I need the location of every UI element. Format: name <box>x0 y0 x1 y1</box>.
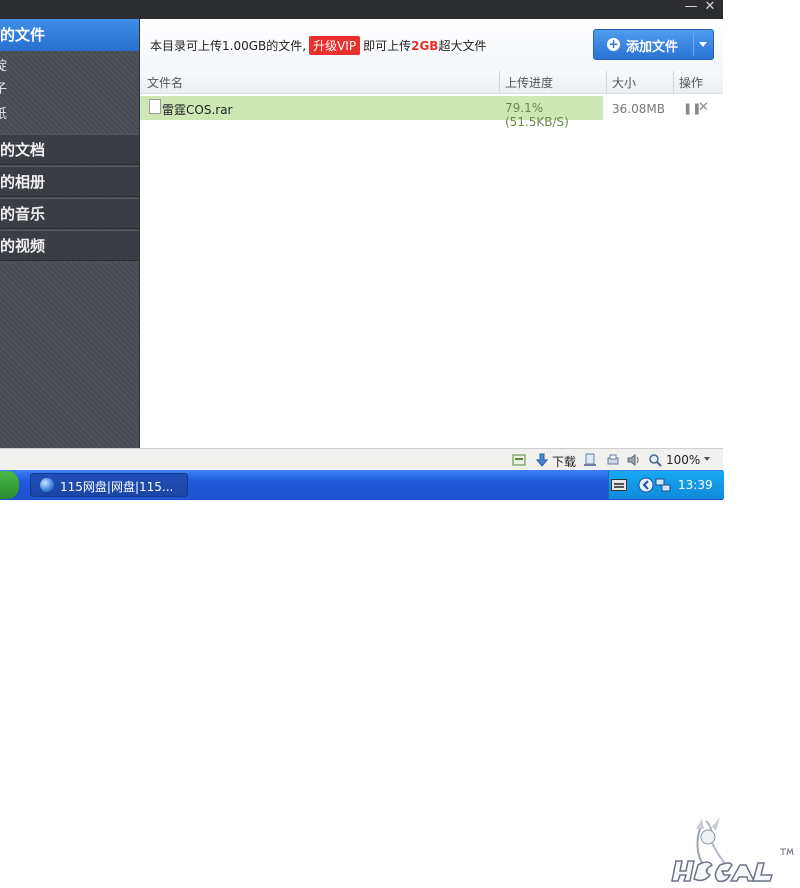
sidebar-subitem-label: 纸 <box>0 107 8 122</box>
close-button[interactable]: ✕ <box>702 0 718 16</box>
sidebar-item-label: 的音乐 <box>0 205 46 223</box>
cancel-upload-icon[interactable]: ✕ <box>698 100 709 115</box>
zoom-level[interactable]: 100% <box>666 453 700 467</box>
sidebar-item-label: 的文档 <box>0 141 46 159</box>
download-icon[interactable] <box>535 453 549 467</box>
sidebar: 的文件 绽 子 纸 的文档 的相册 的音乐 的视频 <box>0 19 140 448</box>
page-status-icon[interactable] <box>512 453 526 467</box>
bookmark-icon[interactable] <box>583 453 597 467</box>
sidebar-subitem[interactable]: 纸 <box>0 103 139 127</box>
table-header: 文件名 上传进度 大小 操作 <box>140 71 723 94</box>
sidebar-item-my-files[interactable]: 的文件 <box>0 19 139 51</box>
sidebar-item-label: 的文件 <box>0 26 46 44</box>
taskbar-item-browser[interactable]: 115网盘|网盘|115... <box>30 473 188 497</box>
add-file-label: 添加文件 <box>626 40 679 55</box>
main-panel: 本目录可上传1.00GB的文件, 升级VIP 即可上传2GB超大文件 + 添加文件 … <box>140 19 723 448</box>
sidebar-item-label: 的视频 <box>0 237 46 255</box>
chevron-down-icon[interactable] <box>699 42 707 47</box>
taskbar-item-label: 115网盘|网盘|115... <box>60 480 174 494</box>
start-button[interactable] <box>0 471 19 499</box>
taskbar: 115网盘|网盘|115... <box>0 470 724 500</box>
table-row[interactable]: 雷霆COS.rar 79.1%(51.5KB/S) <box>140 96 603 129</box>
sidebar-subitem[interactable]: 子 <box>0 78 139 102</box>
sidebar-item-albums[interactable]: 的相册 <box>0 166 139 197</box>
upload-limit-highlight: 2GB <box>411 39 439 53</box>
globe-icon <box>40 478 54 492</box>
file-name: 雷霆COS.rar <box>162 103 233 117</box>
button-divider <box>693 33 694 56</box>
upload-limit-text: 本目录可上传1.00GB的文件, 升级VIP 即可上传2GB超大文件 <box>150 36 486 55</box>
zoom-icon[interactable] <box>648 453 662 467</box>
upload-limit-suffix: 超大文件 <box>438 39 487 53</box>
sidebar-item-videos[interactable]: 的视频 <box>0 230 139 261</box>
column-header-progress[interactable]: 上传进度 <box>505 74 553 91</box>
upgrade-vip-link[interactable]: 升级VIP <box>309 36 361 55</box>
upload-limit-mid: 即可上传 <box>363 39 412 53</box>
close-icon: ✕ <box>704 0 716 14</box>
upload-progress-text: 79.1%(51.5KB/S) <box>505 101 569 129</box>
site-watermark-logo <box>671 817 794 883</box>
column-header-size[interactable]: 大小 <box>612 74 636 91</box>
add-file-button[interactable]: + 添加文件 <box>593 29 714 60</box>
sidebar-item-label: 的相册 <box>0 173 46 191</box>
chevron-down-icon[interactable] <box>704 457 710 461</box>
column-divider[interactable] <box>673 71 674 93</box>
sidebar-subitem-label: 绽 <box>0 59 8 74</box>
plus-icon: + <box>607 37 620 51</box>
print-icon[interactable] <box>606 453 620 467</box>
browser-status-bar: 下载 100% <box>0 448 723 471</box>
keyboard-icon[interactable] <box>611 479 627 491</box>
minimize-button[interactable]: — <box>683 0 699 16</box>
sidebar-item-music[interactable]: 的音乐 <box>0 198 139 229</box>
sidebar-subitem-label: 子 <box>0 82 8 97</box>
column-header-action: 操作 <box>679 76 704 90</box>
upload-limit-prefix: 本目录可上传1.00GB的文件, <box>150 39 307 53</box>
column-header-name[interactable]: 文件名 <box>147 74 183 91</box>
upload-info-bar: 本目录可上传1.00GB的文件, 升级VIP 即可上传2GB超大文件 + 添加文件 <box>140 19 723 72</box>
file-icon <box>149 99 161 114</box>
sidebar-item-documents[interactable]: 的文档 <box>0 134 139 165</box>
clock[interactable]: 13:39 <box>678 478 713 492</box>
network-icon[interactable] <box>655 477 671 493</box>
minimize-icon: — <box>684 0 698 14</box>
tray-expand-icon[interactable] <box>638 477 654 493</box>
window-titlebar: — ✕ <box>0 0 723 19</box>
volume-icon[interactable] <box>627 453 641 467</box>
column-divider[interactable] <box>499 71 500 93</box>
column-divider[interactable] <box>606 71 607 93</box>
file-size: 36.08MB <box>612 102 665 116</box>
download-label[interactable]: 下载 <box>552 453 576 470</box>
sidebar-subitem[interactable]: 绽 <box>0 55 139 79</box>
